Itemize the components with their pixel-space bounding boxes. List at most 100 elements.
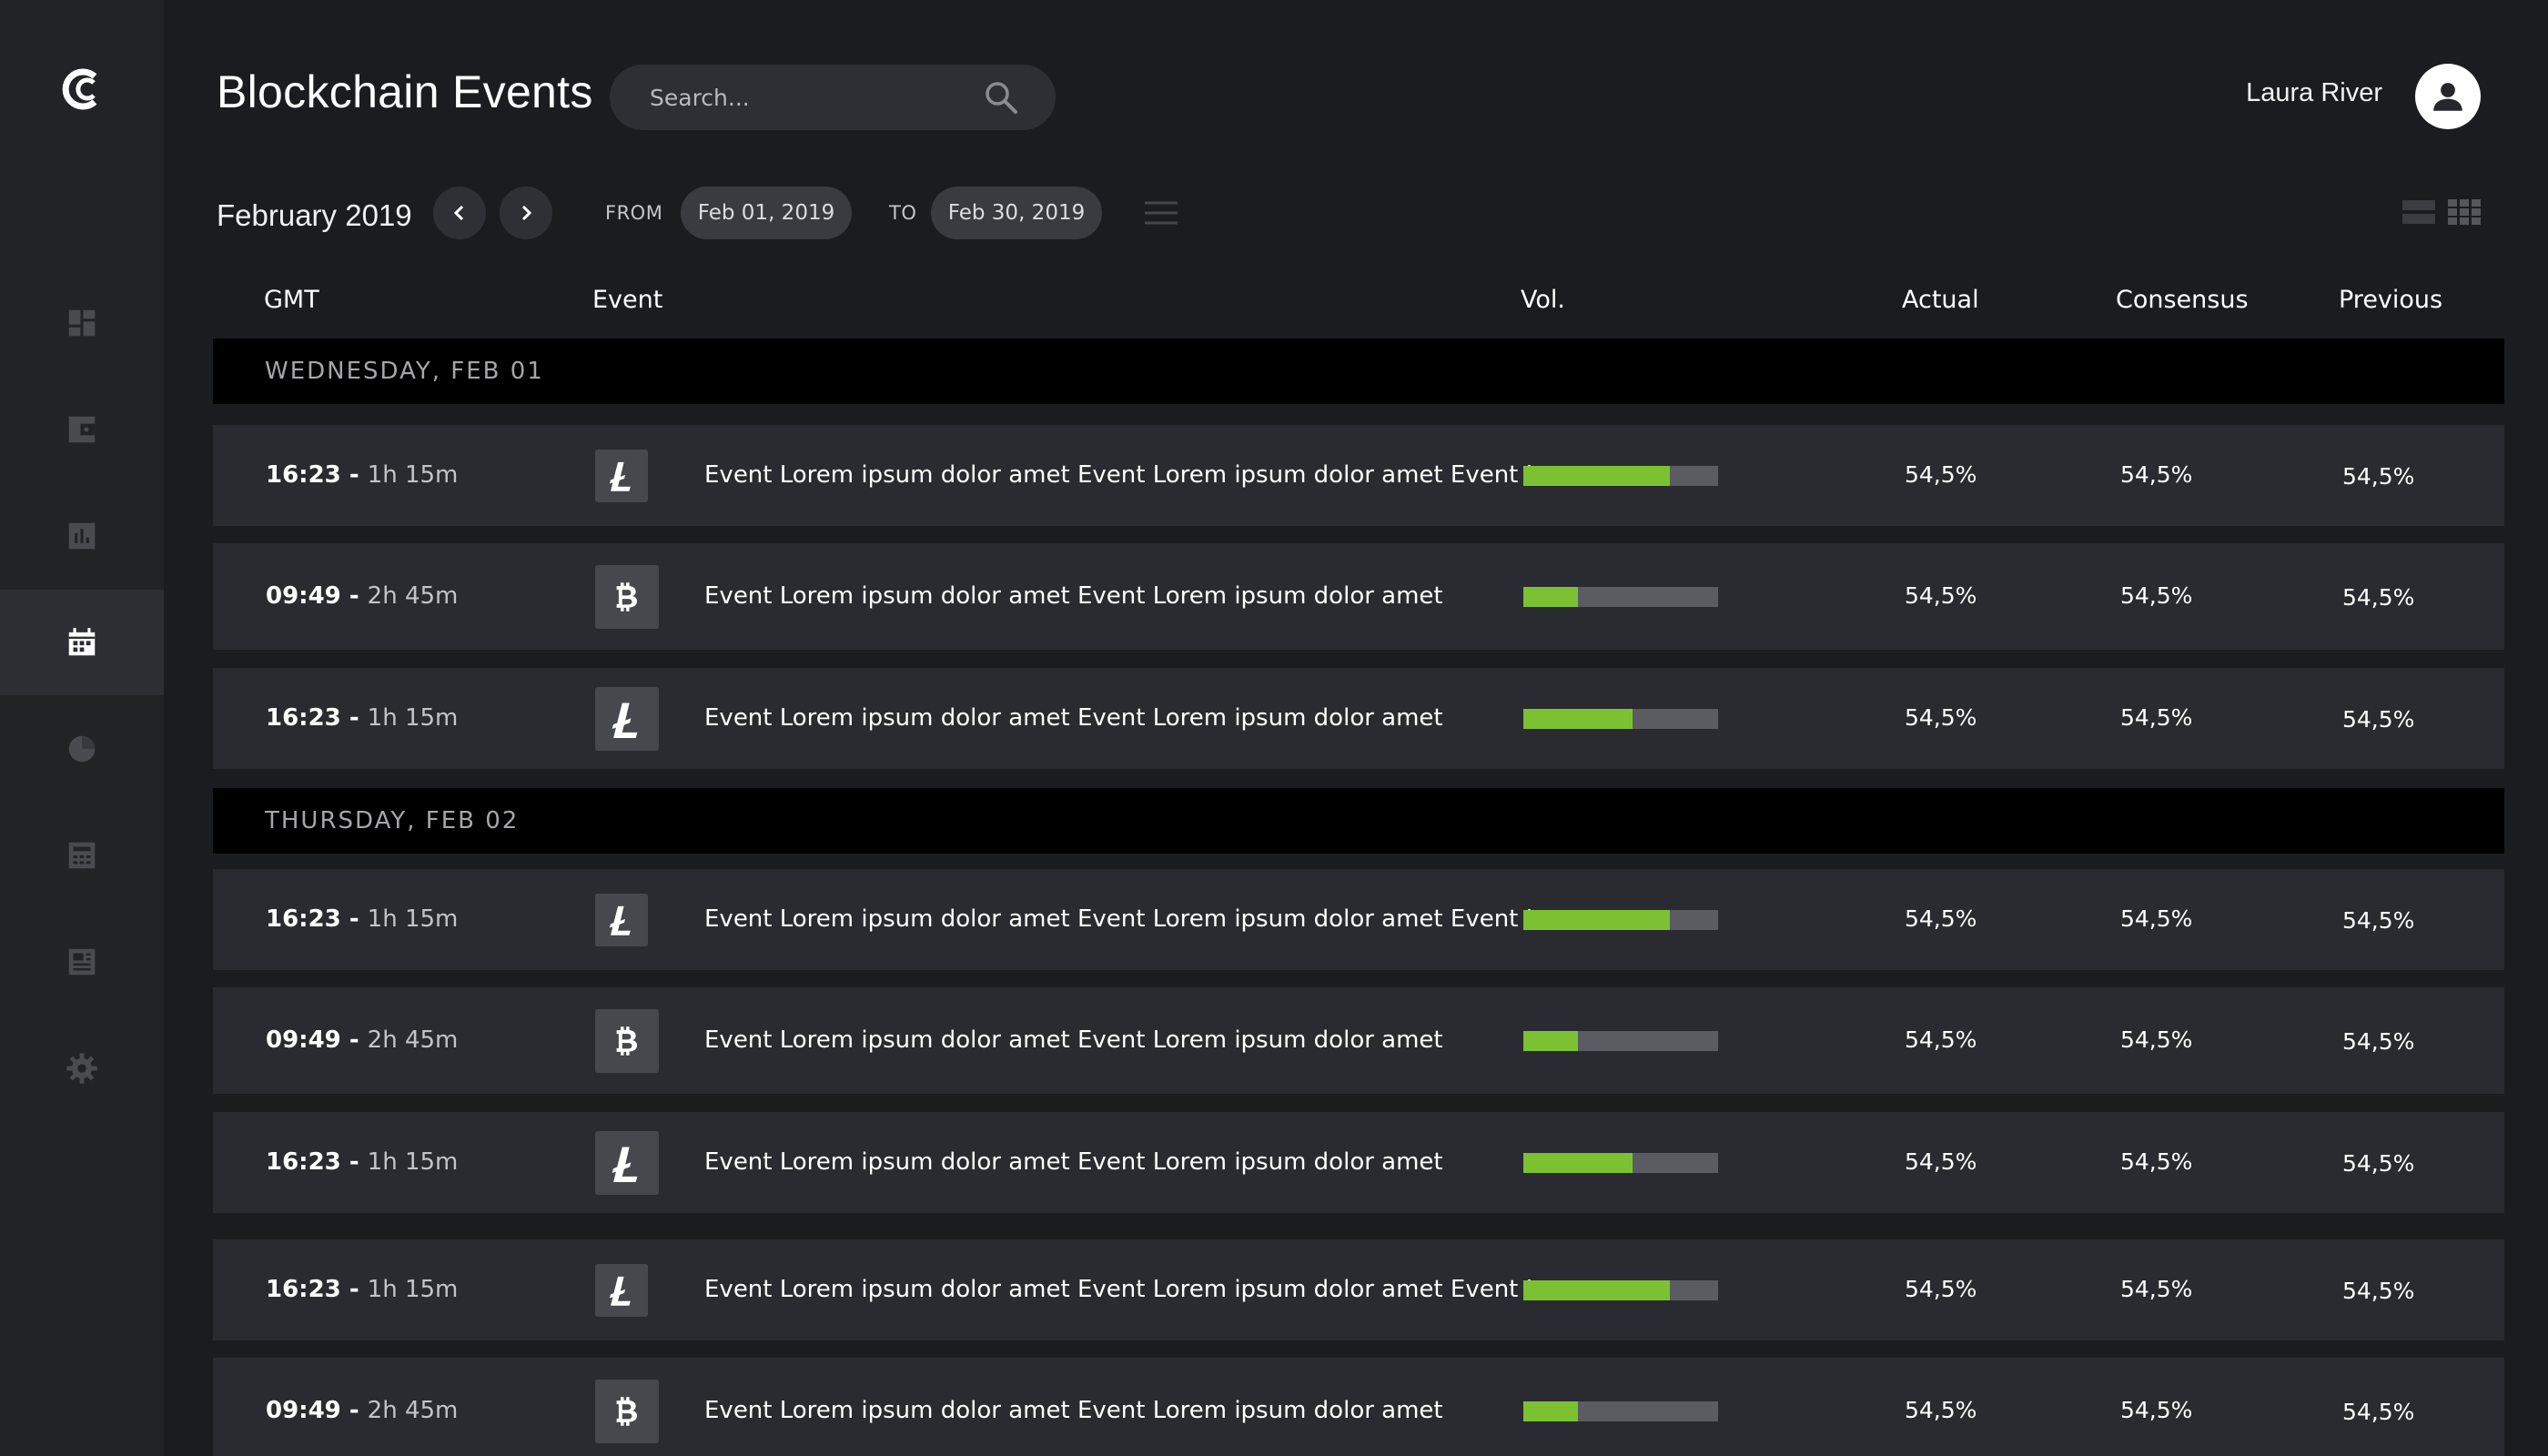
next-month-button[interactable] (500, 187, 552, 239)
column-header-consensus[interactable]: Consensus (2116, 286, 2249, 314)
event-title[interactable]: Event Lorem ipsum dolor amet Event Lorem… (704, 1276, 1633, 1303)
calendar-icon (68, 628, 96, 656)
actual-value: 54,5% (1905, 1026, 1977, 1053)
month-label: February 2019 (217, 198, 412, 232)
event-time: 16:23 - 1h 15m (266, 1148, 458, 1176)
event-duration: 1h 15m (367, 905, 459, 933)
sidebar-item-calendar[interactable] (0, 590, 164, 695)
event-title[interactable]: Event Lorem ipsum dolor amet Event Lorem… (704, 461, 1633, 489)
event-title[interactable]: Event Lorem ipsum dolor amet Event Lorem… (704, 704, 1443, 732)
event-time-value: 09:49 - (266, 581, 359, 610)
sidebar-item-settings[interactable] (0, 1016, 164, 1121)
event-time-value: 16:23 - (266, 1275, 359, 1303)
event-time: 09:49 - 2h 45m (266, 1397, 458, 1424)
event-title[interactable]: Event Lorem ipsum dolor amet Event Lorem… (704, 1148, 1443, 1176)
event-duration: 1h 15m (367, 1148, 459, 1176)
search-input[interactable] (650, 84, 983, 111)
search-icon[interactable] (983, 79, 1019, 116)
table-row[interactable]: 09:49 - 2h 45m Event Lorem ipsum dolor am… (213, 987, 2504, 1094)
actual-value: 54,5% (1905, 581, 1977, 609)
consensus-value: 54,5% (2120, 1026, 2193, 1053)
volume-bar (1523, 1030, 1718, 1051)
volume-bar-fill (1523, 909, 1670, 930)
bitcoin-icon (616, 1026, 638, 1056)
wallet-icon (68, 416, 96, 443)
sidebar-item-news[interactable] (0, 909, 164, 1015)
sidebar-item-history[interactable] (0, 696, 164, 802)
table-row[interactable]: 16:23 - 1h 15m Event Lorem ipsum dolor am… (213, 668, 2504, 769)
avatar[interactable] (2415, 64, 2481, 129)
previous-value: 54,5% (2342, 906, 2415, 934)
previous-month-button[interactable] (433, 187, 486, 239)
user-name[interactable]: Laura River (2246, 78, 2382, 108)
event-time-value: 16:23 - (266, 703, 359, 732)
actual-value: 54,5% (1905, 905, 1977, 932)
column-header-vol[interactable]: Vol. (1521, 286, 1565, 314)
cc-logo-icon[interactable] (58, 66, 106, 113)
event-title[interactable]: Event Lorem ipsum dolor amet Event Lorem… (704, 905, 1633, 933)
event-title[interactable]: Event Lorem ipsum dolor amet Event Lorem… (704, 582, 1443, 610)
sidebar (0, 0, 164, 1456)
event-time-value: 09:49 - (266, 1026, 359, 1054)
filter-menu-icon[interactable] (1145, 200, 1178, 226)
to-date-picker[interactable]: Feb 30, 2019 (931, 187, 1102, 239)
news-icon (68, 948, 96, 976)
search-bar[interactable] (610, 65, 1056, 130)
volume-bar (1523, 1152, 1718, 1173)
volume-bar-fill (1523, 1030, 1578, 1051)
coin-badge (595, 686, 659, 751)
event-time: 16:23 - 1h 15m (266, 1276, 458, 1303)
actual-value: 54,5% (1905, 1148, 1977, 1175)
litecoin-icon (609, 461, 631, 491)
actual-value: 54,5% (1905, 703, 1977, 731)
from-date-picker[interactable]: Feb 01, 2019 (681, 187, 852, 239)
table-row[interactable]: 09:49 - 2h 45m Event Lorem ipsum dolor am… (213, 1358, 2504, 1456)
consensus-value: 54,5% (2120, 581, 2193, 609)
column-header-event[interactable]: Event (592, 286, 662, 314)
grid-view-icon[interactable] (2448, 198, 2481, 226)
gear-icon (66, 1053, 97, 1084)
pie-chart-icon (68, 735, 96, 763)
previous-value: 54,5% (2342, 1149, 2415, 1177)
litecoin-icon (612, 703, 638, 738)
table-row[interactable]: 16:23 - 1h 15m Event Lorem ipsum dolor am… (213, 869, 2504, 970)
volume-bar (1523, 708, 1718, 729)
volume-bar (1523, 1400, 1718, 1421)
sidebar-item-calculator[interactable] (0, 803, 164, 908)
user-icon (2433, 83, 2462, 111)
previous-value: 54,5% (2342, 1398, 2415, 1425)
chevron-right-icon (521, 205, 532, 221)
event-title[interactable]: Event Lorem ipsum dolor amet Event Lorem… (704, 1397, 1443, 1424)
event-duration: 1h 15m (367, 1275, 459, 1303)
volume-bar-fill (1523, 1400, 1578, 1421)
from-label: FROM (605, 202, 663, 224)
volume-bar-fill (1523, 1279, 1670, 1300)
table-row[interactable]: 16:23 - 1h 15m Event Lorem ipsum dolor am… (213, 425, 2504, 526)
table-row[interactable]: 16:23 - 1h 15m Event Lorem ipsum dolor am… (213, 1112, 2504, 1213)
sidebar-item-dashboard[interactable] (0, 270, 164, 376)
event-duration: 2h 45m (367, 1026, 459, 1054)
table-row[interactable]: 16:23 - 1h 15m Event Lorem ipsum dolor am… (213, 1239, 2504, 1340)
event-time: 09:49 - 2h 45m (266, 1026, 458, 1054)
coin-badge (595, 1379, 659, 1443)
column-header-gmt[interactable]: GMT (264, 286, 319, 314)
previous-value: 54,5% (2342, 462, 2415, 490)
volume-bar (1523, 1279, 1718, 1300)
consensus-value: 54,5% (2120, 460, 2193, 488)
event-time: 09:49 - 2h 45m (266, 582, 458, 610)
sidebar-item-wallet[interactable] (0, 377, 164, 482)
page-title: Blockchain Events (217, 66, 593, 117)
column-header-previous[interactable]: Previous (2339, 286, 2442, 314)
list-view-icon[interactable] (2402, 198, 2435, 226)
column-header-actual[interactable]: Actual (1902, 286, 1979, 314)
event-title[interactable]: Event Lorem ipsum dolor amet Event Lorem… (704, 1026, 1443, 1054)
sidebar-item-charts[interactable] (0, 483, 164, 589)
to-label: TO (889, 202, 917, 224)
day-header: WEDNESDAY, FEB 01 (213, 339, 2504, 404)
volume-bar (1523, 586, 1718, 607)
consensus-value: 54,5% (2120, 1148, 2193, 1175)
table-row[interactable]: 09:49 - 2h 45m Event Lorem ipsum dolor am… (213, 543, 2504, 650)
volume-bar (1523, 909, 1718, 930)
volume-bar-fill (1523, 465, 1670, 486)
actual-value: 54,5% (1905, 1396, 1977, 1423)
